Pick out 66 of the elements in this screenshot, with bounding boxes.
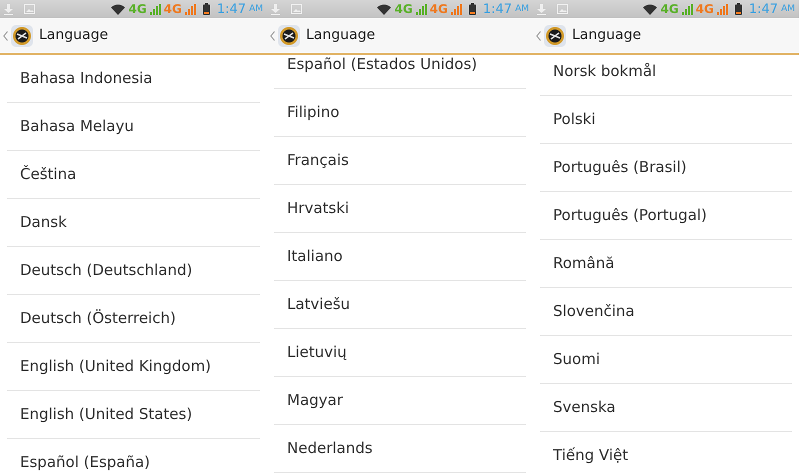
battery-icon bbox=[734, 3, 742, 15]
network-type: 4G bbox=[128, 3, 147, 15]
clock-meridiem: AM bbox=[249, 4, 263, 14]
language-item[interactable]: Bahasa Indonesia bbox=[7, 55, 260, 103]
image-icon bbox=[557, 4, 568, 14]
language-item[interactable]: Lietuvių bbox=[274, 329, 526, 377]
app-icon bbox=[278, 24, 300, 46]
signal-icon bbox=[682, 4, 693, 14]
language-item[interactable]: Português (Brasil) bbox=[540, 144, 792, 192]
back-icon[interactable] bbox=[536, 30, 541, 40]
clock-time: 1:47 bbox=[748, 2, 778, 16]
signal-icon bbox=[416, 4, 427, 14]
language-item[interactable]: English (United States) bbox=[7, 391, 260, 439]
clock-time: 1:47 bbox=[216, 2, 246, 16]
wifi-icon bbox=[111, 4, 126, 14]
language-item[interactable]: Suomi bbox=[540, 336, 792, 384]
clock-meridiem: AM bbox=[515, 4, 529, 14]
language-item[interactable]: Čeština bbox=[7, 151, 260, 199]
screen-title: Language bbox=[306, 26, 376, 45]
language-item[interactable]: Română bbox=[540, 240, 792, 288]
language-item[interactable]: Deutsch (Österreich) bbox=[7, 295, 260, 343]
download-icon bbox=[4, 4, 13, 14]
network-type: 4G bbox=[430, 3, 448, 15]
language-item[interactable]: Latviešu bbox=[274, 281, 526, 329]
language-item[interactable]: Filipino bbox=[274, 89, 526, 137]
language-item[interactable]: Bahasa Melayu bbox=[7, 103, 260, 151]
language-item[interactable]: Norsk bokmål bbox=[540, 55, 792, 96]
language-item[interactable]: Español (Estados Unidos) bbox=[274, 55, 526, 89]
wifi-icon bbox=[643, 4, 658, 14]
app-icon bbox=[11, 24, 33, 46]
back-icon[interactable] bbox=[3, 30, 8, 40]
signal-icon bbox=[716, 4, 728, 14]
back-icon[interactable] bbox=[270, 30, 275, 40]
language-item[interactable]: Português (Portugal) bbox=[540, 192, 792, 240]
language-item[interactable]: Tiếng Việt bbox=[540, 432, 792, 474]
language-item[interactable]: Français bbox=[274, 137, 526, 185]
network-type: 4G bbox=[660, 3, 679, 15]
language-item[interactable]: English (United Kingdom) bbox=[7, 343, 260, 391]
clock-meridiem: AM bbox=[781, 4, 795, 14]
clock-time: 1:47 bbox=[482, 2, 512, 16]
network-type: 4G bbox=[164, 3, 182, 15]
language-item[interactable]: Italiano bbox=[274, 233, 526, 281]
wifi-icon bbox=[377, 4, 392, 14]
language-item[interactable]: Hrvatski bbox=[274, 185, 526, 233]
language-item[interactable]: Español (España) bbox=[7, 439, 260, 474]
signal-icon bbox=[184, 4, 196, 14]
language-item[interactable]: Nederlands bbox=[274, 425, 526, 473]
battery-icon bbox=[468, 3, 476, 15]
network-type: 4G bbox=[394, 3, 413, 15]
image-icon bbox=[24, 4, 35, 14]
language-item[interactable]: Slovenčina bbox=[540, 288, 792, 336]
language-item[interactable]: Magyar bbox=[274, 377, 526, 425]
download-icon bbox=[271, 4, 280, 14]
screen-title: Language bbox=[39, 26, 108, 45]
screen-title: Language bbox=[572, 26, 642, 45]
download-icon bbox=[537, 4, 546, 14]
battery-icon bbox=[202, 3, 210, 15]
signal-icon bbox=[450, 4, 462, 14]
signal-icon bbox=[150, 4, 161, 14]
image-icon bbox=[291, 4, 302, 14]
app-icon bbox=[544, 24, 566, 46]
language-item[interactable]: Svenska bbox=[540, 384, 792, 432]
language-item[interactable]: Dansk bbox=[7, 199, 260, 247]
language-item[interactable]: Deutsch (Deutschland) bbox=[7, 247, 260, 295]
language-item[interactable]: Polski bbox=[540, 96, 792, 144]
network-type: 4G bbox=[696, 3, 714, 15]
